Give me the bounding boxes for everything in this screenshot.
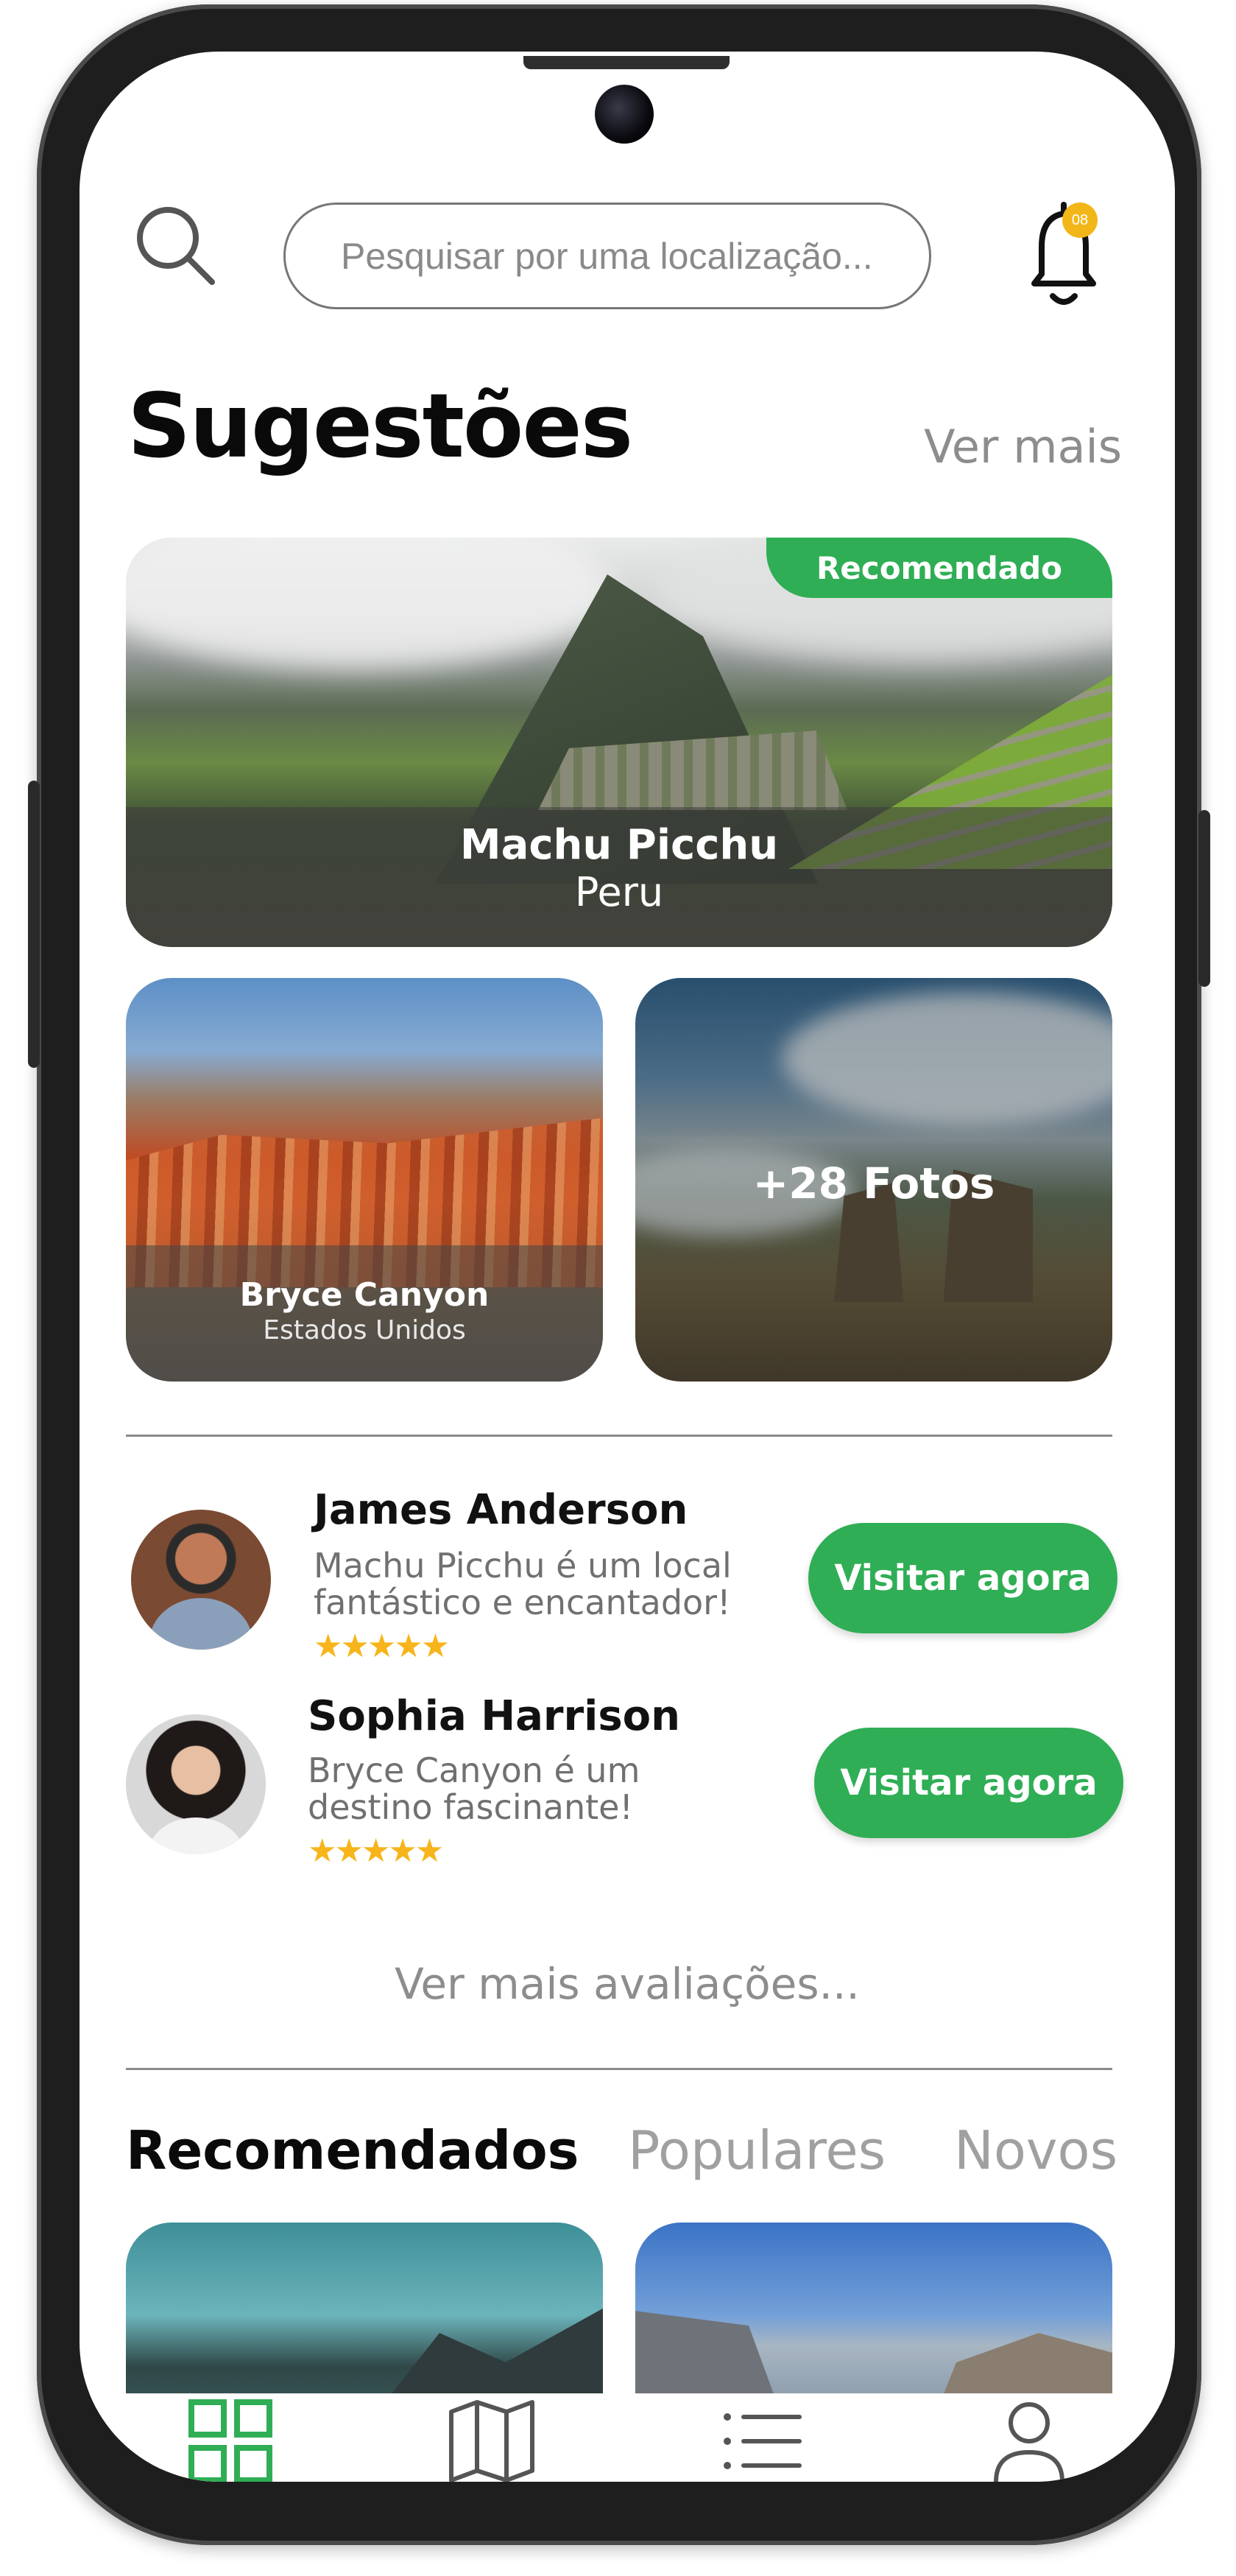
review-author: Sophia Harrison [308,1692,680,1740]
tab-new[interactable]: Novos [954,2119,1117,2181]
featured-country: Peru [574,869,664,915]
review-author: James Anderson [314,1486,688,1534]
page-title: Sugestões [127,376,633,478]
side-button-left [28,781,40,1068]
app-screen: Pesquisar por uma localização... 08 Suge… [80,52,1175,2482]
card-name: Bryce Canyon [239,1276,490,1314]
map-icon[interactable] [444,2393,540,2482]
photos-count-label: +28 Fotos [752,1158,995,1208]
avatar [126,1714,266,1854]
search-input[interactable]: Pesquisar por uma localização... [283,203,931,309]
card-country: Estados Unidos [263,1315,466,1345]
review-text: Machu Picchu é um local [314,1546,732,1586]
see-more-link[interactable]: Ver mais [924,420,1122,474]
divider [126,1435,1112,1437]
front-camera [595,85,654,144]
bell-icon[interactable] [1009,191,1119,320]
destination-card-bryce[interactable]: Bryce Canyon Estados Unidos [126,978,603,1382]
featured-name: Machu Picchu [459,821,779,869]
review-text: Bryce Canyon é um [308,1750,640,1790]
hero-cloud [126,538,612,670]
review-text: fantástico e encantador! [314,1583,731,1622]
notification-badge: 08 [1062,203,1098,238]
avatar [131,1510,271,1650]
visit-now-button[interactable]: Visitar agora [814,1728,1123,1838]
recommended-badge: Recomendado [766,538,1112,598]
rating-stars: ★★★★★ [314,1627,450,1665]
visit-now-button[interactable]: Visitar agora [808,1523,1117,1633]
rating-stars: ★★★★★ [308,1832,444,1870]
speaker-grille [523,56,730,69]
review-text: destino fascinante! [308,1787,633,1827]
search-icon[interactable] [133,203,221,291]
divider [126,2068,1112,2070]
grid-icon[interactable] [183,2393,278,2482]
search-placeholder: Pesquisar por uma localização... [341,235,873,277]
tab-popular[interactable]: Populares [628,2119,886,2181]
more-reviews-link[interactable]: Ver mais avaliações... [80,1959,1175,2009]
list-icon[interactable] [713,2393,808,2482]
tab-recommended[interactable]: Recomendados [126,2119,579,2181]
featured-destination-card[interactable]: Machu Picchu Peru Recomendado [126,538,1112,947]
photos-card[interactable]: +28 Fotos [635,978,1112,1382]
profile-icon[interactable] [981,2393,1077,2482]
side-button-right [1198,810,1210,987]
